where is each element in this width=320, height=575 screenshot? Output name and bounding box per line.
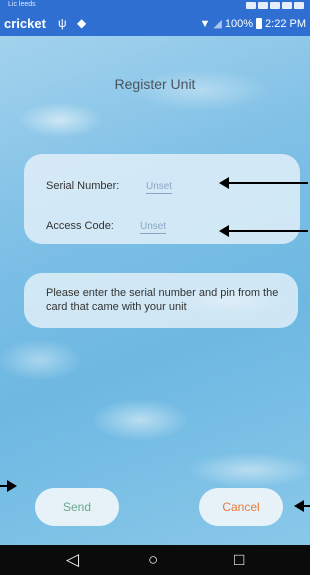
serial-annotation-arrow [219,177,308,189]
notification-icon [258,2,268,9]
notification-icon [294,2,304,9]
clock: 2:22 PM [265,17,306,30]
cancel-annotation-arrow [294,500,310,512]
send-button[interactable]: Send [35,488,119,526]
notification-icons [246,2,304,9]
signal-icon: ◢ [213,18,222,30]
battery-percent: 100% [224,17,254,30]
access-code-input[interactable]: Unset [140,221,167,234]
send-annotation-arrow [0,480,17,492]
access-annotation-arrow [219,225,308,237]
navigation-bar: ◁ ○ □ [0,545,310,575]
notification-icon [246,2,256,9]
status-bar: cricket ψ ◆ ▼ ◢ 100% 2:22 PM [0,12,310,36]
cancel-button[interactable]: Cancel [199,488,283,526]
battery-icon [256,18,263,29]
recents-icon[interactable]: □ [234,550,244,570]
serial-number-input[interactable]: Unset [146,181,173,194]
carrier-name: cricket [4,16,46,31]
android-icon: ◆ [77,16,87,30]
home-icon[interactable]: ○ [148,550,158,570]
app-screen: Lic leeds cricket ψ ◆ ▼ ◢ 100% 2:22 PM R… [0,0,310,575]
access-code-label: Access Code: [46,220,114,232]
page-title: Register Unit [114,76,196,92]
instructions-text: Please enter the serial number and pin f… [46,287,279,313]
back-icon[interactable]: ◁ [66,550,79,570]
notification-icon [282,2,292,9]
instructions-card: Please enter the serial number and pin f… [24,273,298,328]
usb-icon: ψ [58,16,67,30]
serial-number-label: Serial Number: [46,180,120,192]
status-right: ▼ ◢ 100% 2:22 PM [199,17,306,31]
notification-icon [270,2,280,9]
notification-strip: Lic leeds [0,0,310,12]
wifi-icon: ▼ [199,17,211,30]
notification-carrier: Lic leeds [8,1,36,8]
